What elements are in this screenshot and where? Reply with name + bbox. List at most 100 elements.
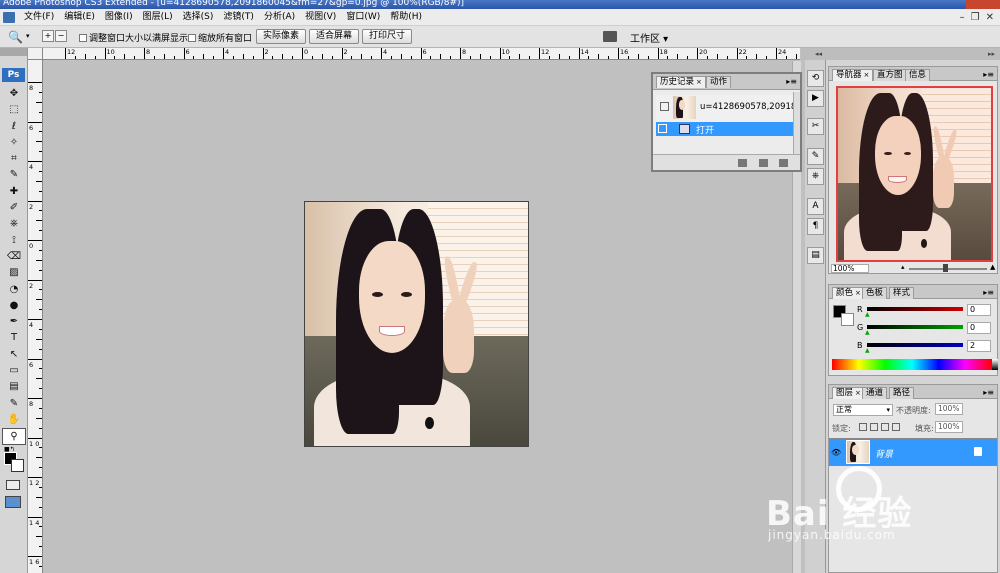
- tool-presets-dock-icon[interactable]: ✂: [807, 118, 824, 135]
- hand-tool-icon[interactable]: ✋: [2, 412, 26, 428]
- menu-image[interactable]: 图像(I): [100, 11, 138, 24]
- dock-grip[interactable]: ◂◂ ▸▸: [801, 48, 1000, 60]
- menu-analysis[interactable]: 分析(A): [259, 11, 300, 24]
- resize-windows-checkbox[interactable]: 调整窗口大小以满屏显示: [79, 31, 188, 44]
- slider-triangle-icon[interactable]: ▲: [865, 329, 870, 336]
- blur-tool-icon[interactable]: ◔: [2, 282, 26, 298]
- horizontal-ruler[interactable]: 12 10 8 6 4 2 0 2 4 6 8 10 12 14 16 18 20 22 24: [43, 48, 800, 60]
- history-brush-source-icon[interactable]: [660, 102, 669, 111]
- navigator-view-box[interactable]: [836, 86, 993, 262]
- zoom-all-windows-checkbox[interactable]: 缩放所有窗口: [188, 31, 252, 44]
- tab-layers[interactable]: 图层 ×: [832, 387, 865, 399]
- toolbox-grip[interactable]: [0, 48, 27, 56]
- panel-menu-icon[interactable]: ▸≡: [983, 70, 994, 79]
- collapse-icon[interactable]: ◂◂: [815, 50, 822, 58]
- tab-navigator[interactable]: 导航器 ×: [832, 69, 874, 81]
- brushes-dock-icon[interactable]: ✎: [807, 148, 824, 165]
- blend-mode-select[interactable]: 正常: [833, 404, 893, 416]
- zoom-slider-knob[interactable]: [943, 264, 948, 272]
- actual-pixels-button[interactable]: 实际像素: [256, 29, 307, 44]
- fit-screen-button[interactable]: 适合屏幕: [309, 29, 360, 44]
- doc-restore-icon[interactable]: ❐: [971, 11, 980, 24]
- history-dock-icon[interactable]: ⟲: [807, 70, 824, 87]
- menu-edit[interactable]: 编辑(E): [59, 11, 100, 24]
- menu-filter[interactable]: 滤镜(T): [218, 11, 259, 24]
- eyedropper-icon[interactable]: ✎: [2, 396, 26, 412]
- tab-styles[interactable]: 样式: [889, 287, 915, 299]
- vertical-ruler[interactable]: 8 6 4 2 0 2 4 6 8 1 0 1 2 1 4 1 6: [28, 60, 43, 573]
- ps-logo[interactable]: Ps: [2, 68, 25, 82]
- tab-info[interactable]: 信息: [905, 69, 931, 81]
- clone-stamp-icon[interactable]: ⎈: [2, 216, 26, 232]
- blue-slider[interactable]: [867, 343, 963, 347]
- history-snapshot[interactable]: u=4128690578,209186...: [656, 95, 799, 123]
- green-slider[interactable]: [867, 325, 963, 329]
- lock-image-icon[interactable]: [870, 423, 878, 431]
- pen-tool-icon[interactable]: ✒: [2, 314, 26, 330]
- zoom-tool-preset-icon[interactable]: 🔍: [8, 30, 23, 44]
- panel-menu-icon[interactable]: ▸≡: [786, 77, 797, 86]
- eraser-tool-icon[interactable]: ⌫: [2, 249, 26, 265]
- history-brush-icon[interactable]: ⟟: [2, 233, 26, 249]
- doc-close-icon[interactable]: ✕: [986, 11, 994, 24]
- menu-layer[interactable]: 图层(L): [138, 11, 178, 24]
- tab-histogram[interactable]: 直方图: [873, 69, 907, 81]
- blue-value-field[interactable]: 2: [967, 340, 991, 352]
- quick-mask-icon[interactable]: [6, 480, 20, 490]
- zoom-out-small-icon[interactable]: ▴: [901, 263, 905, 271]
- photoshop-mini-icon[interactable]: [3, 12, 15, 23]
- shape-tool-icon[interactable]: ▭: [2, 363, 26, 379]
- zoom-slider[interactable]: [909, 268, 987, 270]
- layer-comps-dock-icon[interactable]: ▤: [807, 247, 824, 264]
- panel-menu-icon[interactable]: ▸≡: [983, 288, 994, 297]
- new-document-from-state-icon[interactable]: [738, 159, 747, 167]
- zoom-in-icon[interactable]: +: [42, 30, 54, 42]
- history-scrollbar[interactable]: [793, 92, 800, 154]
- menu-select[interactable]: 选择(S): [178, 11, 219, 24]
- crop-tool-icon[interactable]: ⌗: [2, 151, 26, 167]
- fill-field[interactable]: 100%: [935, 421, 963, 433]
- lasso-tool-icon[interactable]: ℓ: [2, 119, 26, 135]
- tab-swatches[interactable]: 色板: [862, 287, 888, 299]
- screen-mode-icon[interactable]: [5, 496, 21, 508]
- history-brush-source-icon[interactable]: [658, 124, 667, 133]
- menu-file[interactable]: 文件(F): [19, 11, 59, 24]
- tab-paths[interactable]: 路径: [889, 387, 915, 399]
- minimize-button[interactable]: [922, 0, 944, 9]
- document-image[interactable]: [304, 201, 529, 447]
- zoom-field[interactable]: 100%: [831, 264, 869, 273]
- slider-triangle-icon[interactable]: ▲: [865, 347, 870, 354]
- preset-dropdown-icon[interactable]: ▾: [26, 32, 30, 40]
- notes-tool-icon[interactable]: ▤: [2, 379, 26, 395]
- tab-history[interactable]: 历史记录 ×: [656, 76, 706, 88]
- green-value-field[interactable]: 0: [967, 322, 991, 334]
- workspace-icon[interactable]: [603, 31, 617, 42]
- lock-transparency-icon[interactable]: [859, 423, 867, 431]
- type-tool-icon[interactable]: T: [2, 330, 26, 346]
- dodge-tool-icon[interactable]: ●: [2, 298, 26, 314]
- checkbox-box[interactable]: [188, 33, 196, 42]
- clone-source-dock-icon[interactable]: ⎈: [807, 168, 824, 185]
- workspace-menu[interactable]: 工作区 ▾: [630, 30, 668, 45]
- red-value-field[interactable]: 0: [967, 304, 991, 316]
- paragraph-dock-icon[interactable]: ¶: [807, 218, 824, 235]
- actions-dock-icon[interactable]: ▶: [807, 90, 824, 107]
- maximize-button[interactable]: [944, 0, 966, 9]
- healing-brush-icon[interactable]: ✚: [2, 184, 26, 200]
- move-tool-icon[interactable]: ✥: [2, 86, 26, 102]
- ruler-origin[interactable]: [28, 48, 43, 60]
- background-color-swatch[interactable]: [11, 459, 24, 472]
- tab-actions[interactable]: 动作: [706, 76, 732, 88]
- marquee-tool-icon[interactable]: ⬚: [2, 102, 26, 118]
- zoom-icon[interactable]: ⚲: [2, 428, 26, 445]
- new-snapshot-icon[interactable]: [759, 159, 768, 167]
- zoom-out-icon[interactable]: −: [55, 30, 67, 42]
- background-color-swatch[interactable]: [841, 313, 854, 326]
- close-icon[interactable]: ×: [855, 389, 861, 397]
- gradient-tool-icon[interactable]: ▨: [2, 265, 26, 281]
- panel-menu-icon[interactable]: ▸≡: [983, 388, 994, 397]
- magic-wand-icon[interactable]: ✧: [2, 135, 26, 151]
- red-slider[interactable]: [867, 307, 963, 311]
- character-dock-icon[interactable]: A: [807, 198, 824, 215]
- expand-icon[interactable]: ▸▸: [988, 50, 995, 58]
